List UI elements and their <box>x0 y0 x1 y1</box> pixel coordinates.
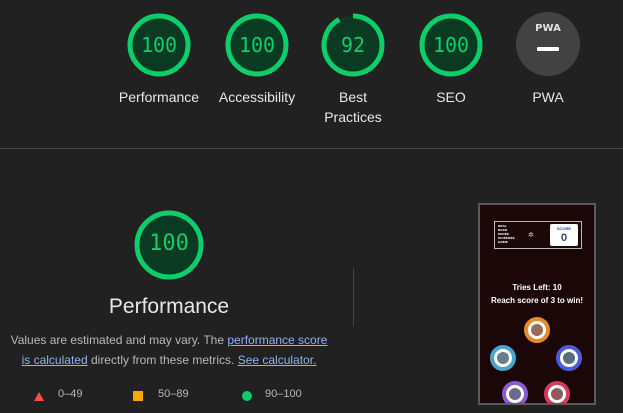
gauge-seo[interactable]: 100 <box>418 12 484 78</box>
score-value: 100 <box>149 231 189 256</box>
legend-pass-range: 90–100 <box>265 388 302 400</box>
game-header: REAL ROCK PAPER SCISSORS GAME ✲ SCORE 0 <box>494 221 582 249</box>
category-label-seo: SEO <box>436 89 466 105</box>
game-logo: REAL ROCK PAPER SCISSORS GAME <box>498 224 515 244</box>
score-box: SCORE 0 <box>550 224 578 246</box>
score-description: Values are estimated and may vary. The p… <box>6 330 332 370</box>
logo-line: GAME <box>498 240 508 244</box>
score-box-label: SCORE <box>556 226 572 231</box>
gauge-accessibility[interactable]: 100 <box>224 12 290 78</box>
pwa-badge-text: PWA <box>535 23 561 34</box>
lizard-choice-icon[interactable] <box>544 381 570 403</box>
category-label-accessibility: Accessibility <box>218 89 296 105</box>
circle-icon <box>242 391 252 401</box>
score-value: 100 <box>140 33 178 57</box>
pwa-badge-icon <box>516 12 580 76</box>
gauge-pwa[interactable]: PWA <box>516 12 580 76</box>
category-label-performance: Performance <box>118 89 200 105</box>
spock-choice-icon[interactable] <box>502 381 528 403</box>
scissors-choice-icon[interactable] <box>490 345 516 371</box>
score-value: 100 <box>432 33 470 57</box>
final-screenshot[interactable]: REAL ROCK PAPER SCISSORS GAME ✲ SCORE 0 … <box>478 203 596 405</box>
star-icon: ✲ <box>528 232 534 239</box>
category-label-pwa: PWA <box>532 89 564 105</box>
score-box-value: 0 <box>560 232 568 244</box>
gauge-performance[interactable]: 100 <box>126 12 192 78</box>
square-icon <box>133 391 143 401</box>
desc-text: directly from these metrics. <box>87 353 238 367</box>
page-title: Performance <box>108 295 230 318</box>
see-calculator-link[interactable]: See calculator. <box>238 353 317 367</box>
legend-fail-range: 0–49 <box>58 388 83 400</box>
score-value: 92 <box>340 33 366 57</box>
label-line-1: Best <box>338 89 367 105</box>
main-performance-gauge: 100 <box>133 209 205 281</box>
section-divider <box>0 148 623 149</box>
desc-text: Values are estimated and may vary. The <box>10 333 228 347</box>
gauge-best-practices[interactable]: 92 <box>320 12 386 78</box>
category-label-best-practices: Best Practices <box>300 87 406 127</box>
goal-text: Reach score of 3 to win! <box>490 296 584 305</box>
legend-average-range: 50–89 <box>158 388 189 400</box>
vertical-divider <box>353 268 354 326</box>
tries-left-text: Tries Left: 10 <box>512 283 562 292</box>
label-line-2: Practices <box>324 109 382 125</box>
paper-choice-icon[interactable] <box>524 317 550 343</box>
rock-choice-icon[interactable] <box>556 345 582 371</box>
score-value: 100 <box>238 33 276 57</box>
triangle-icon <box>34 392 44 401</box>
